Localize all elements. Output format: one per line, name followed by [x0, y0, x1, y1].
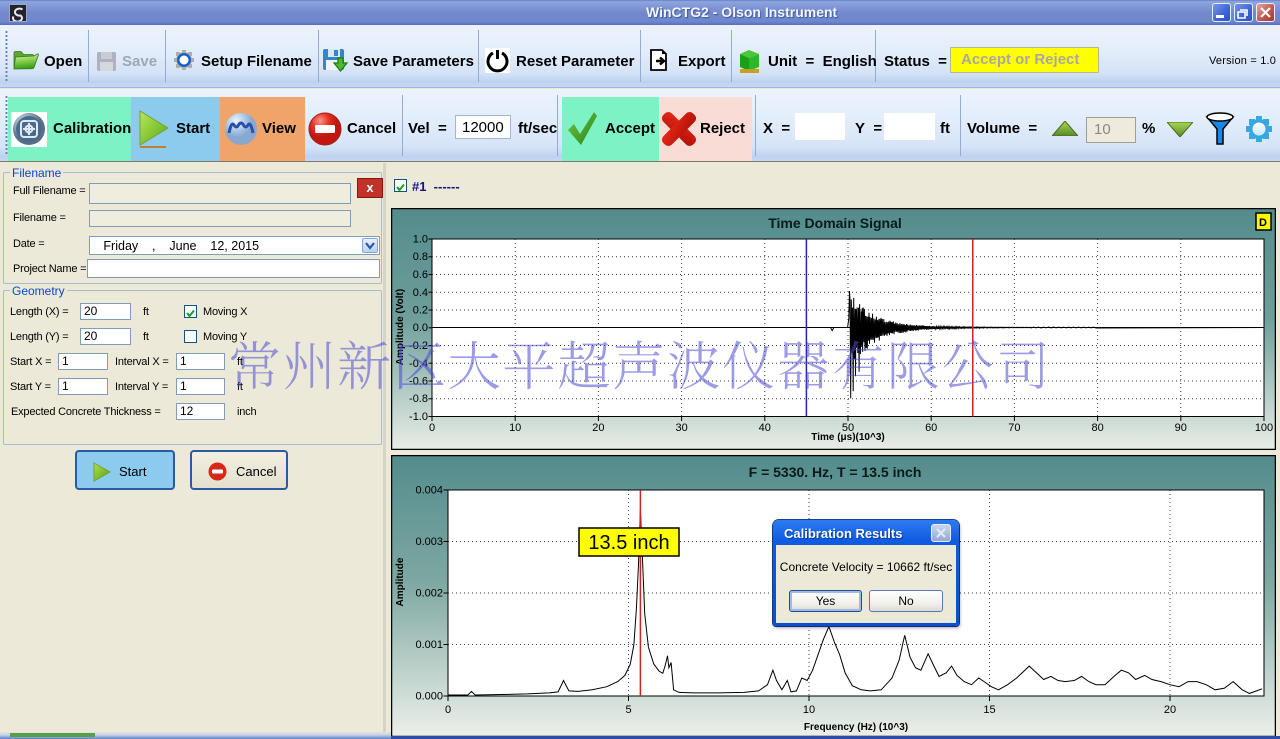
- svg-text:80: 80: [1091, 422, 1103, 434]
- svg-text:10: 10: [803, 704, 815, 716]
- svg-text:70: 70: [1008, 422, 1020, 434]
- svg-text:Frequency (Hz) (10^3): Frequency (Hz) (10^3): [804, 722, 908, 733]
- svg-text:-0.8: -0.8: [409, 393, 428, 405]
- svg-text:20: 20: [592, 422, 604, 434]
- svg-text:20: 20: [1164, 704, 1176, 716]
- svg-text:60: 60: [925, 422, 937, 434]
- svg-text:0.6: 0.6: [413, 269, 428, 281]
- svg-text:0.000: 0.000: [415, 691, 443, 703]
- svg-text:5: 5: [625, 704, 631, 716]
- svg-text:F = 5330. Hz, T = 13.5 inch: F = 5330. Hz, T = 13.5 inch: [749, 464, 922, 480]
- svg-text:0.0: 0.0: [413, 322, 428, 334]
- svg-text:40: 40: [759, 422, 771, 434]
- svg-text:0.8: 0.8: [413, 251, 428, 263]
- svg-text:Time (μs)(10^3): Time (μs)(10^3): [811, 432, 884, 443]
- svg-text:Amplitude: Amplitude: [395, 557, 406, 606]
- svg-text:-1.0: -1.0: [409, 411, 428, 423]
- svg-text:0: 0: [445, 704, 451, 716]
- svg-text:0.003: 0.003: [415, 536, 443, 548]
- svg-text:0.4: 0.4: [413, 287, 428, 299]
- svg-text:-0.2: -0.2: [409, 340, 428, 352]
- svg-text:0.2: 0.2: [413, 305, 428, 317]
- svg-text:10: 10: [509, 422, 521, 434]
- svg-text:30: 30: [675, 422, 687, 434]
- svg-text:-0.4: -0.4: [409, 358, 428, 370]
- svg-text:0: 0: [429, 422, 435, 434]
- svg-text:-0.6: -0.6: [409, 376, 428, 388]
- svg-text:Amplitude (Volt): Amplitude (Volt): [395, 289, 406, 365]
- svg-text:D: D: [1259, 217, 1267, 229]
- svg-text:15: 15: [983, 704, 995, 716]
- svg-text:90: 90: [1175, 422, 1187, 434]
- svg-text:0.001: 0.001: [415, 639, 443, 651]
- svg-text:Time Domain Signal: Time Domain Signal: [768, 215, 902, 231]
- svg-text:13.5 inch: 13.5 inch: [588, 532, 669, 554]
- svg-text:100: 100: [1255, 422, 1273, 434]
- svg-text:0.002: 0.002: [415, 588, 443, 600]
- svg-text:0.004: 0.004: [415, 485, 443, 497]
- svg-text:1.0: 1.0: [413, 234, 428, 246]
